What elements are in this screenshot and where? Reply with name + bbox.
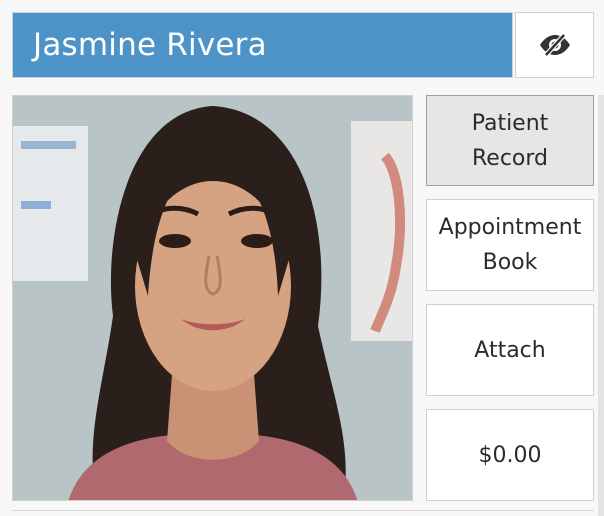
patient-record-button[interactable]: Patient Record <box>426 95 594 186</box>
patient-name: Jasmine Rivera <box>33 27 267 63</box>
privacy-toggle-button[interactable] <box>515 12 594 78</box>
patient-record-label-line-2: Record <box>471 145 548 171</box>
attach-button[interactable]: Attach <box>426 304 594 396</box>
bottom-divider <box>12 510 594 511</box>
appointment-book-button[interactable]: Appointment Book <box>426 199 594 291</box>
scroll-strip[interactable] <box>598 95 604 516</box>
balance-value: $0.00 <box>478 442 542 468</box>
patient-photo[interactable] <box>12 95 413 501</box>
patient-name-bar: Jasmine Rivera <box>12 12 513 78</box>
balance-button[interactable]: $0.00 <box>426 409 594 501</box>
patient-portrait <box>13 96 412 500</box>
patient-record-label-line-1: Patient <box>471 110 549 136</box>
attach-label: Attach <box>474 337 546 363</box>
appointment-book-label-line-1: Appointment <box>438 215 582 240</box>
appointment-book-label-line-2: Book <box>482 250 538 275</box>
eye-slash-icon <box>539 33 570 57</box>
